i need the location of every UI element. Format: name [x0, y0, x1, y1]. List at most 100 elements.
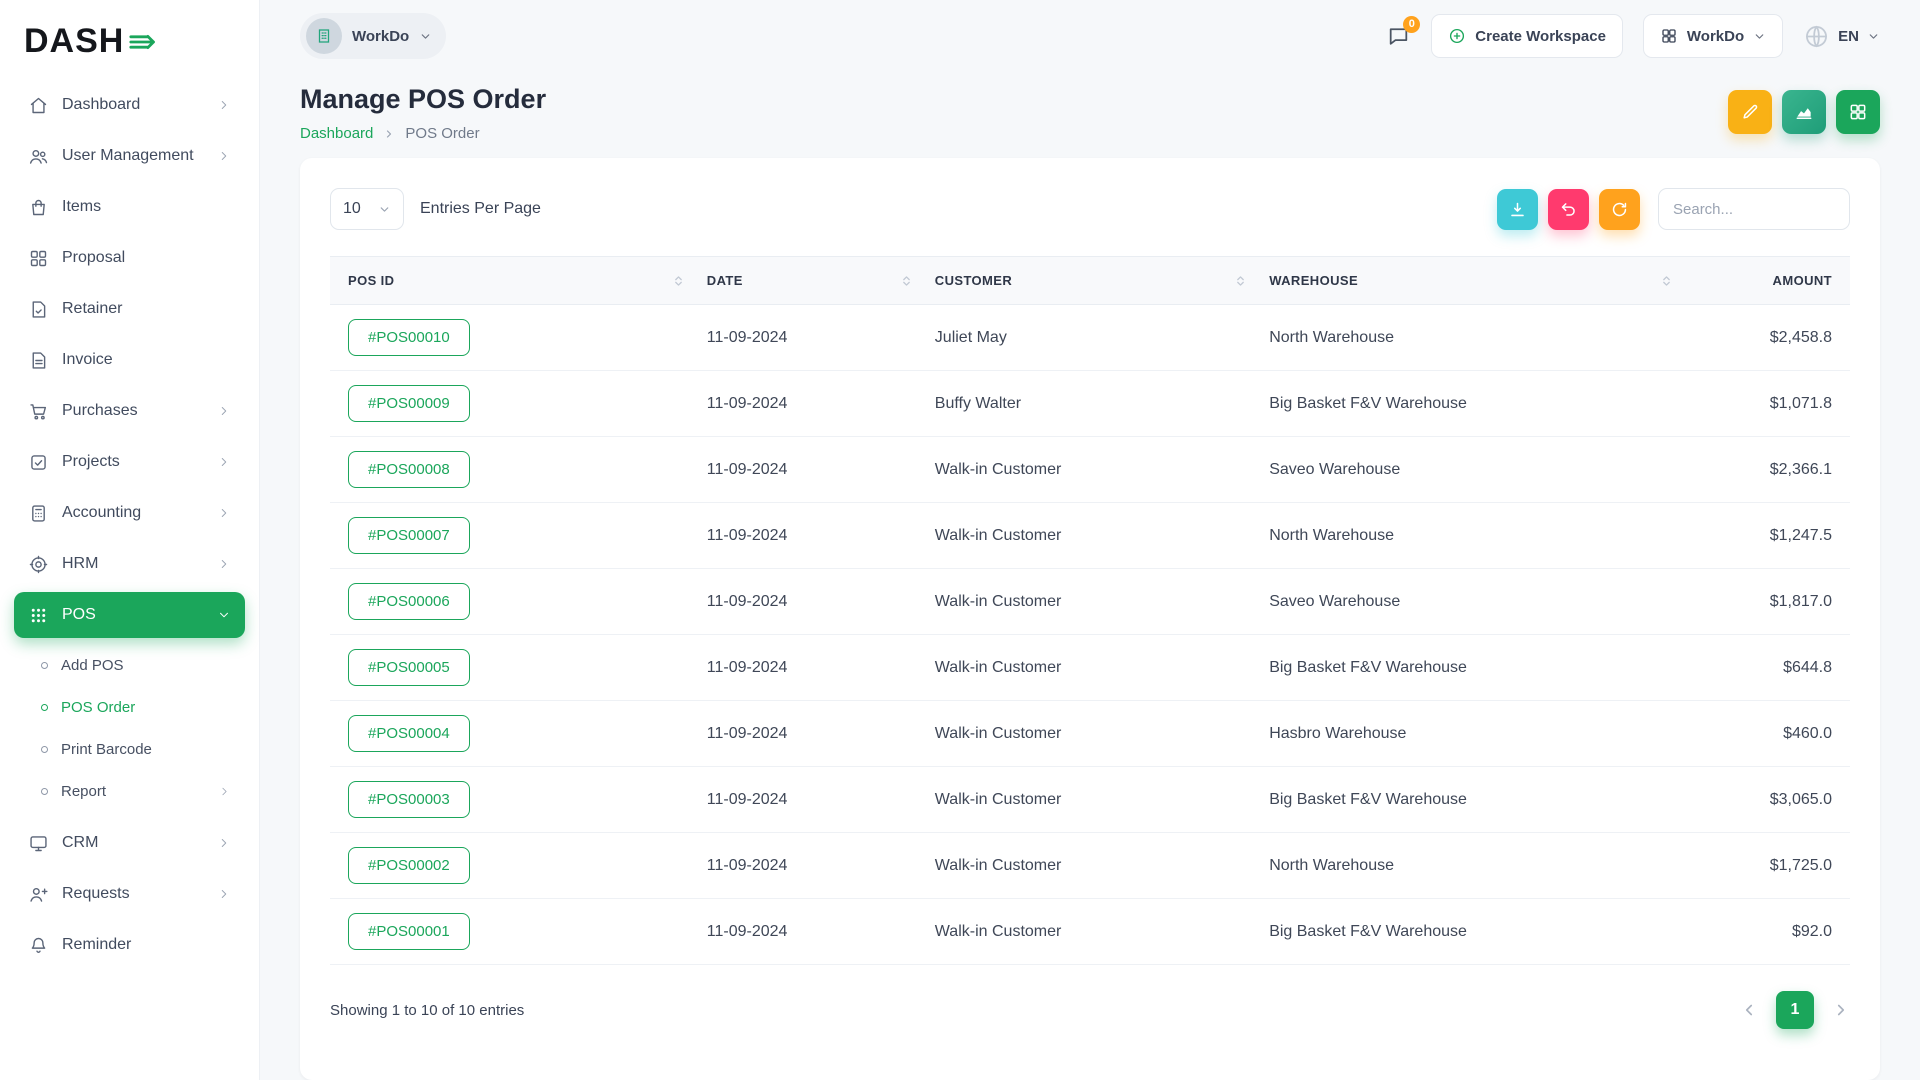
- pos-id-cell: #POS00005: [330, 635, 695, 701]
- customer-cell: Buffy Walter: [923, 371, 1257, 437]
- sidebar-item-label: Projects: [62, 453, 120, 471]
- sidebar-item-user-management[interactable]: User Management: [14, 133, 245, 179]
- amount-cell: $3,065.0: [1683, 767, 1850, 833]
- brand-logo: DASH: [14, 14, 245, 77]
- sidebar-subitem-pos-order[interactable]: POS Order: [14, 686, 245, 728]
- chevron-right-icon: [217, 455, 231, 469]
- sidebar-item-invoice[interactable]: Invoice: [14, 337, 245, 383]
- userplus-icon: [28, 884, 49, 905]
- pos-id-cell: #POS00008: [330, 437, 695, 503]
- sidebar-item-crm[interactable]: CRM: [14, 820, 245, 866]
- pos-id-cell: #POS00001: [330, 899, 695, 965]
- column-header-date[interactable]: DATE: [695, 257, 923, 305]
- pos-id-link[interactable]: #POS00009: [348, 385, 470, 422]
- amount-cell: $1,725.0: [1683, 833, 1850, 899]
- sort-icon: [672, 274, 685, 287]
- sidebar-item-label: Reminder: [62, 936, 131, 954]
- messages-button[interactable]: 0: [1386, 24, 1411, 49]
- workspace-menu-button[interactable]: WorkDo: [1643, 14, 1783, 58]
- sidebar-item-purchases[interactable]: Purchases: [14, 388, 245, 434]
- chevron-right-icon: [217, 836, 231, 850]
- create-workspace-button[interactable]: Create Workspace: [1431, 14, 1623, 58]
- sidebar-item-projects[interactable]: Projects: [14, 439, 245, 485]
- page-1-button[interactable]: 1: [1776, 991, 1814, 1029]
- table-row: #POS0000111-09-2024Walk-in CustomerBig B…: [330, 899, 1850, 965]
- sidebar-subitem-label: POS Order: [61, 699, 135, 716]
- pos-id-link[interactable]: #POS00008: [348, 451, 470, 488]
- sidebar-subitem-report[interactable]: Report: [14, 770, 245, 812]
- customer-cell: Walk-in Customer: [923, 503, 1257, 569]
- search-input[interactable]: [1658, 188, 1850, 230]
- sidebar-subitem-print-barcode[interactable]: Print Barcode: [14, 728, 245, 770]
- date-cell: 11-09-2024: [695, 503, 923, 569]
- entries-per-page-label: Entries Per Page: [420, 200, 541, 218]
- sidebar-item-reminder[interactable]: Reminder: [14, 922, 245, 968]
- sidebar-item-label: POS: [62, 606, 96, 624]
- chevron-left-icon: [1740, 1001, 1758, 1019]
- prev-page-button[interactable]: [1740, 1001, 1758, 1019]
- refresh-icon: [1610, 200, 1629, 219]
- warehouse-cell: Big Basket F&V Warehouse: [1257, 767, 1683, 833]
- sidebar-subitem-label: Report: [61, 783, 106, 800]
- download-icon: [1508, 200, 1527, 219]
- sidebar-item-proposal[interactable]: Proposal: [14, 235, 245, 281]
- chevron-down-icon: [419, 30, 432, 43]
- export-button[interactable]: [1497, 189, 1538, 230]
- entries-per-page-select[interactable]: 10: [330, 188, 404, 230]
- column-header-customer[interactable]: CUSTOMER: [923, 257, 1257, 305]
- chevron-down-icon: [1867, 30, 1880, 43]
- date-cell: 11-09-2024: [695, 305, 923, 371]
- table-row: #POS0000911-09-2024Buffy WalterBig Baske…: [330, 371, 1850, 437]
- column-header-pos-id[interactable]: POS ID: [330, 257, 695, 305]
- sidebar-item-dashboard[interactable]: Dashboard: [14, 82, 245, 128]
- column-header-warehouse[interactable]: WAREHOUSE: [1257, 257, 1683, 305]
- workspace-avatar: [306, 18, 342, 54]
- chevron-right-icon: [217, 149, 231, 163]
- next-page-button[interactable]: [1832, 1001, 1850, 1019]
- refresh-button[interactable]: [1599, 189, 1640, 230]
- pos-report-button[interactable]: [1782, 90, 1826, 134]
- pos-id-link[interactable]: #POS00006: [348, 583, 470, 620]
- pos-id-link[interactable]: #POS00003: [348, 781, 470, 818]
- grid-view-button[interactable]: [1836, 90, 1880, 134]
- pos-id-link[interactable]: #POS00001: [348, 913, 470, 950]
- sidebar-item-retainer[interactable]: Retainer: [14, 286, 245, 332]
- customer-cell: Walk-in Customer: [923, 899, 1257, 965]
- filetext-icon: [28, 350, 49, 371]
- pos-id-link[interactable]: #POS00007: [348, 517, 470, 554]
- pos-id-link[interactable]: #POS00005: [348, 649, 470, 686]
- customer-cell: Walk-in Customer: [923, 833, 1257, 899]
- users-icon: [28, 146, 49, 167]
- chevron-right-icon: [1832, 1001, 1850, 1019]
- amount-cell: $2,458.8: [1683, 305, 1850, 371]
- building-icon: [315, 27, 333, 45]
- pagination: 1: [1740, 991, 1850, 1029]
- sort-icon: [900, 274, 913, 287]
- sidebar-subitem-add-pos[interactable]: Add POS: [14, 644, 245, 686]
- dotsgrid-icon: [28, 605, 49, 626]
- pos-id-link[interactable]: #POS00002: [348, 847, 470, 884]
- sidebar-item-requests[interactable]: Requests: [14, 871, 245, 917]
- undo-button[interactable]: [1548, 189, 1589, 230]
- warehouse-cell: Saveo Warehouse: [1257, 437, 1683, 503]
- language-selector[interactable]: EN: [1803, 23, 1880, 50]
- breadcrumb-dashboard-link[interactable]: Dashboard: [300, 125, 373, 142]
- pos-id-link[interactable]: #POS00004: [348, 715, 470, 752]
- sidebar-item-label: Proposal: [62, 249, 125, 267]
- column-header-amount[interactable]: AMOUNT: [1683, 257, 1850, 305]
- edit-pos-button[interactable]: [1728, 90, 1772, 134]
- sidebar-item-hrm[interactable]: HRM: [14, 541, 245, 587]
- sidebar-item-accounting[interactable]: Accounting: [14, 490, 245, 536]
- pos-id-link[interactable]: #POS00010: [348, 319, 470, 356]
- table-row: #POS0000711-09-2024Walk-in CustomerNorth…: [330, 503, 1850, 569]
- sidebar-item-pos[interactable]: POS: [14, 592, 245, 638]
- amount-cell: $1,247.5: [1683, 503, 1850, 569]
- amount-cell: $460.0: [1683, 701, 1850, 767]
- sidebar-item-label: User Management: [62, 147, 194, 165]
- sidebar-item-items[interactable]: Items: [14, 184, 245, 230]
- warehouse-cell: Big Basket F&V Warehouse: [1257, 635, 1683, 701]
- amount-cell: $92.0: [1683, 899, 1850, 965]
- chevron-down-icon: [217, 608, 231, 622]
- bag-icon: [28, 197, 49, 218]
- workspace-switcher[interactable]: WorkDo: [300, 13, 446, 59]
